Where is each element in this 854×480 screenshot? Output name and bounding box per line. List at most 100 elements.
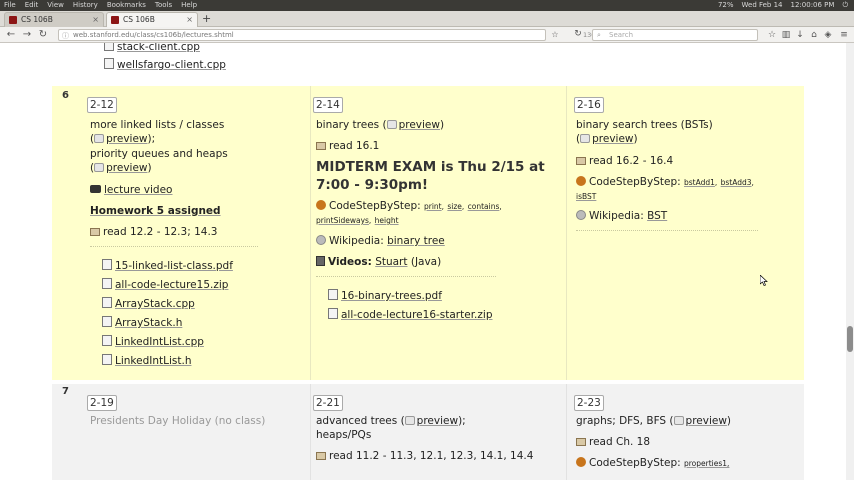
file-link[interactable]: all-code-lecture15.zip	[102, 278, 228, 291]
file-link-text[interactable]: stack-client.cpp	[117, 43, 200, 53]
paren: )	[633, 133, 638, 145]
lecture-date: 2-23	[574, 395, 604, 411]
menu-history[interactable]: History	[73, 0, 98, 11]
homework-line: Homework 5 assigned	[90, 205, 221, 218]
wiki-label: Wikipedia:	[589, 210, 644, 222]
bookmark-star-icon[interactable]: ☆	[550, 28, 560, 41]
battery-indicator[interactable]: 72%	[718, 0, 734, 11]
forward-arrow-icon[interactable]: →	[20, 28, 34, 41]
file-link[interactable]: LinkedIntList.h	[102, 354, 191, 367]
menu-view[interactable]: View	[47, 0, 64, 11]
power-icon[interactable]: ⏻	[842, 0, 848, 11]
csb-link-isbst[interactable]: isBST	[576, 192, 596, 201]
reading-text: read 11.2 - 11.3, 12.1, 12.3, 14.1, 14.4	[329, 450, 534, 462]
file-link[interactable]: ArrayStack.h	[102, 316, 182, 329]
page-scrollbar[interactable]	[846, 43, 854, 480]
search-input[interactable]: ⌕ Search	[592, 29, 758, 41]
file-link[interactable]: all-code-lecture16-starter.zip	[328, 308, 493, 321]
file-link-text[interactable]: ArrayStack.h	[115, 317, 182, 329]
url-bar[interactable]: ⓘ web.stanford.edu/class/cs106b/lectures…	[58, 29, 602, 41]
tray-clock[interactable]: 12:00:06 PM	[791, 0, 835, 11]
file-link-text[interactable]: all-code-lecture16-starter.zip	[341, 309, 493, 321]
reading-text: read 16.2 - 16.4	[589, 155, 674, 167]
csb-link-bstadd3[interactable]: bstAdd3	[721, 178, 752, 187]
preview-link[interactable]: preview	[417, 415, 458, 427]
file-link-wellsfargo-client[interactable]: wellsfargo-client.cpp	[104, 58, 226, 71]
codestepbystep-line: CodeStepByStep: properties1,	[576, 457, 729, 470]
info-icon[interactable]: ⓘ	[62, 31, 69, 41]
video-link-stuart[interactable]: Stuart	[375, 256, 407, 268]
menu-file[interactable]: File	[4, 0, 16, 11]
preview-icon	[404, 416, 415, 425]
preview-link[interactable]: preview	[106, 133, 147, 145]
preview-icon	[94, 163, 105, 172]
csb-link-contains[interactable]: contains	[468, 202, 500, 211]
new-tab-icon[interactable]: +	[202, 12, 211, 25]
video-suffix: (Java)	[410, 256, 442, 268]
file-link[interactable]: LinkedIntList.cpp	[102, 335, 204, 348]
lecture-video-link[interactable]: lecture video	[104, 184, 173, 196]
wikipedia-link[interactable]: binary tree	[387, 235, 445, 247]
codestepbystep-line-2: printSideways, height	[316, 214, 399, 227]
reload-icon[interactable]: ↻	[36, 28, 50, 41]
zip-file-icon	[328, 308, 338, 319]
preview-link[interactable]: preview	[106, 162, 147, 174]
back-arrow-icon[interactable]: ←	[4, 28, 18, 41]
file-link-text[interactable]: ArrayStack.cpp	[115, 298, 195, 310]
preview-link[interactable]: preview	[686, 415, 727, 427]
codestepbystep-line: CodeStepByStep: bstAdd1, bstAdd3,	[576, 176, 754, 189]
csb-link-properties1[interactable]: properties1,	[684, 459, 729, 468]
preview-icon	[673, 416, 684, 425]
close-tab-icon[interactable]: ×	[186, 13, 193, 27]
search-placeholder: Search	[609, 31, 634, 39]
file-icon	[104, 43, 114, 51]
reload-page-icon[interactable]: ↻	[572, 28, 584, 41]
file-link-text[interactable]: LinkedIntList.h	[115, 355, 191, 367]
bookmark-icon[interactable]: ☆	[766, 29, 778, 41]
cpp-file-icon	[102, 297, 112, 308]
close-tab-icon[interactable]: ×	[92, 13, 99, 27]
reading-line: read Ch. 18	[576, 436, 650, 449]
tab-cs106b-2[interactable]: CS 106B Programmi ×	[106, 12, 198, 38]
file-link-text[interactable]: 15-linked-list-class.pdf	[115, 260, 233, 272]
wikipedia-link[interactable]: BST	[647, 210, 667, 222]
reading-text: read 12.2 - 12.3; 14.3	[103, 226, 218, 238]
file-link-text[interactable]: LinkedIntList.cpp	[115, 336, 204, 348]
csb-link-size[interactable]: size	[447, 202, 462, 211]
csb-link-printsideways[interactable]: printSideways	[316, 216, 369, 225]
preview-link[interactable]: preview	[399, 119, 440, 131]
midterm-notice-line2: 7:00 - 9:30pm!	[316, 177, 429, 193]
tab-cs106b-1[interactable]: CS 106B Programming ×	[4, 12, 104, 38]
csb-link-height[interactable]: height	[375, 216, 399, 225]
file-link-stack-client[interactable]: stack-client.cpp	[104, 43, 200, 53]
file-link[interactable]: 15-linked-list-class.pdf	[102, 259, 233, 272]
lecture-date: 2-14	[313, 97, 343, 113]
codestepbystep-icon	[576, 176, 586, 186]
book-icon	[316, 142, 326, 150]
menu-edit[interactable]: Edit	[25, 0, 39, 11]
scrollbar-thumb[interactable]	[847, 326, 853, 352]
csb-link-bstadd1[interactable]: bstAdd1	[684, 178, 715, 187]
preview-link[interactable]: preview	[592, 133, 633, 145]
hamburger-menu-icon[interactable]: ≡	[838, 29, 850, 41]
csb-label: CodeStepByStep:	[329, 200, 421, 212]
wikipedia-line: Wikipedia: BST	[576, 210, 667, 223]
lecture-cell-2-19: 2-19 Presidents Day Holiday (no class)	[52, 384, 310, 480]
menu-bookmarks[interactable]: Bookmarks	[107, 0, 146, 11]
file-link[interactable]: ArrayStack.cpp	[102, 297, 195, 310]
home-icon[interactable]: ⌂	[808, 29, 820, 41]
file-link-text[interactable]: 16-binary-trees.pdf	[341, 290, 442, 302]
download-icon[interactable]: ↓	[794, 29, 806, 41]
file-link-text[interactable]: all-code-lecture15.zip	[115, 279, 228, 291]
menu-help[interactable]: Help	[181, 0, 197, 11]
header-file-icon	[102, 316, 112, 327]
csb-link-print[interactable]: print	[424, 202, 442, 211]
library-icon[interactable]: ▥	[780, 29, 792, 41]
file-link-text[interactable]: wellsfargo-client.cpp	[117, 59, 226, 71]
menu-tools[interactable]: Tools	[155, 0, 172, 11]
pocket-icon[interactable]: ◈	[822, 29, 834, 41]
comma: ,	[441, 202, 445, 211]
file-link[interactable]: 16-binary-trees.pdf	[328, 289, 442, 302]
preview-line: (preview);	[90, 133, 155, 146]
homework-link[interactable]: Homework 5 assigned	[90, 205, 221, 217]
